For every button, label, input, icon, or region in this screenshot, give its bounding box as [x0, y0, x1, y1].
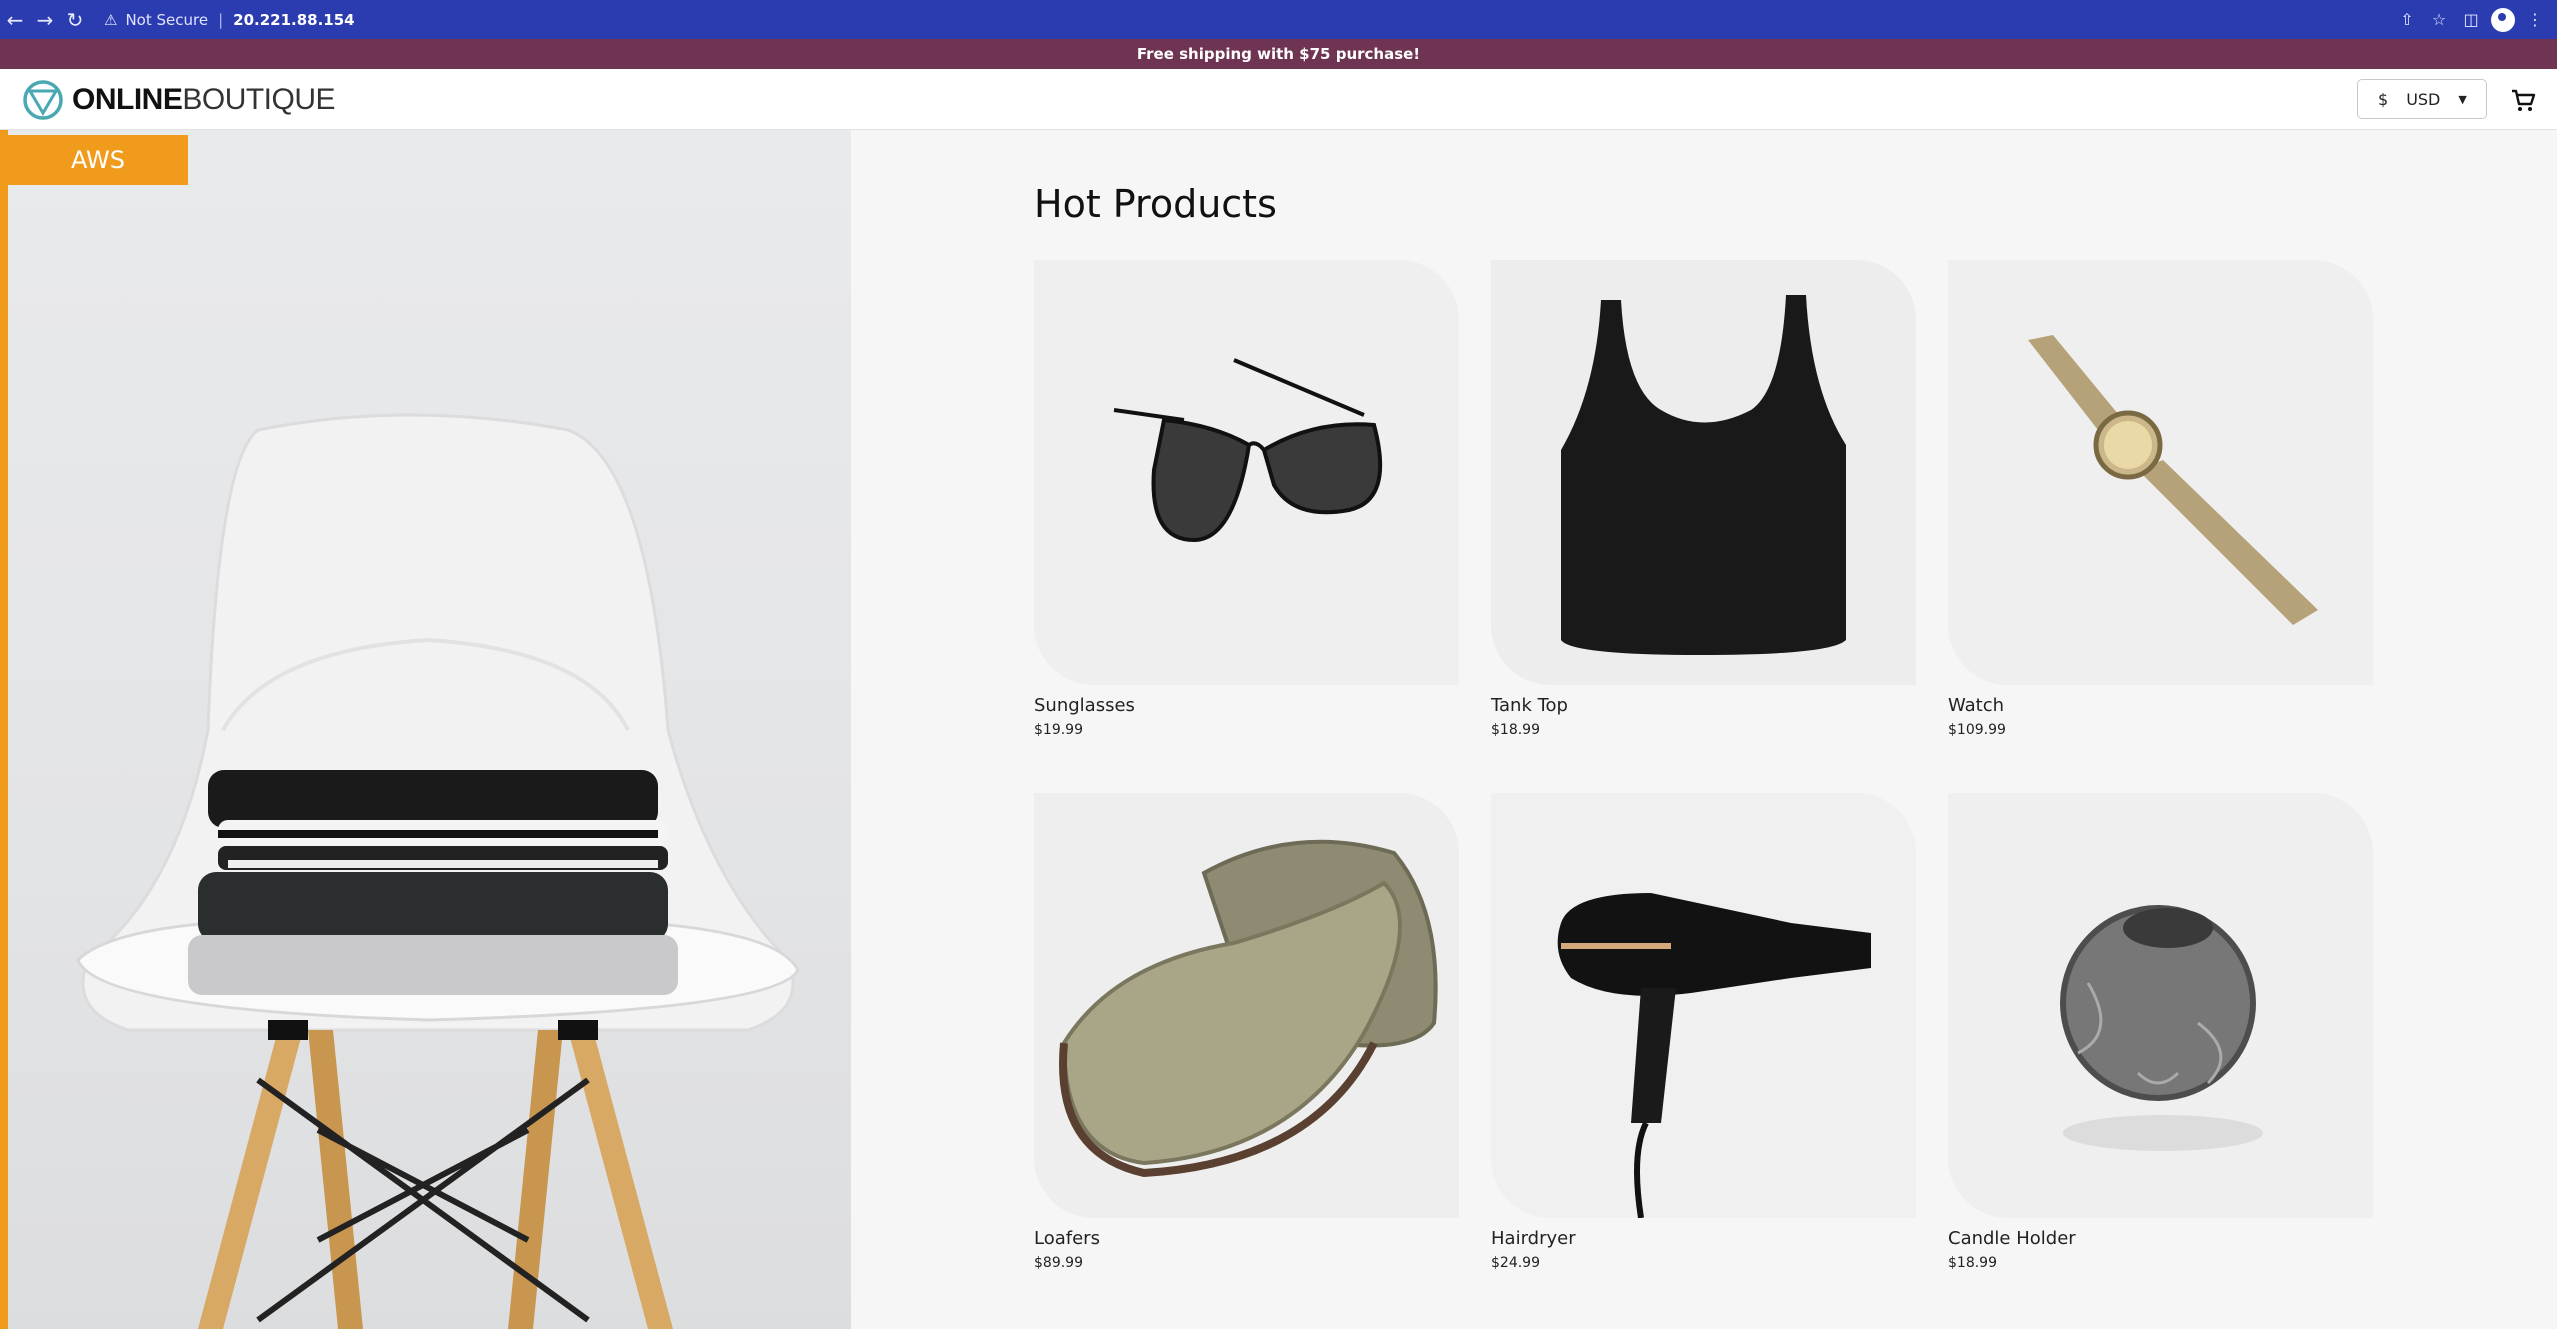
- platform-badge: AWS: [8, 135, 188, 185]
- menu-dots-icon[interactable]: ⋮: [2523, 8, 2547, 32]
- reload-icon[interactable]: ↻: [60, 0, 90, 39]
- address-separator: |: [218, 10, 224, 29]
- logo-text-light: BOUTIQUE: [182, 83, 336, 116]
- sunglasses-image: [1034, 260, 1459, 685]
- product-price: $109.99: [1948, 722, 2006, 738]
- product-name[interactable]: Sunglasses: [1034, 695, 1459, 716]
- product-price: $18.99: [1491, 722, 1540, 738]
- chevron-down-icon: ▼: [2458, 92, 2467, 106]
- accent-strip: [0, 130, 8, 1329]
- product-card-watch[interactable]: Watch $109.99: [1948, 260, 2373, 738]
- back-icon[interactable]: ←: [0, 0, 30, 39]
- product-card-sunglasses[interactable]: Sunglasses $19.99: [1034, 260, 1459, 738]
- product-card-loafers[interactable]: Loafers $89.99: [1034, 793, 1459, 1271]
- product-name[interactable]: Hairdryer: [1491, 1228, 1916, 1249]
- product-image[interactable]: [1034, 260, 1459, 685]
- product-image[interactable]: [1948, 793, 2373, 1218]
- logo-text-bold: ONLINE: [72, 83, 183, 116]
- cart-icon[interactable]: [2509, 86, 2537, 114]
- product-card-hairdryer[interactable]: Hairdryer $24.99: [1491, 793, 1916, 1271]
- sidebar-toggle-icon[interactable]: ◫: [2459, 8, 2483, 32]
- site-header: ONLINEBOUTIQUE $ USD ▼: [0, 69, 2557, 130]
- share-icon[interactable]: ⇧: [2395, 8, 2419, 32]
- section-title: Hot Products: [1034, 182, 1277, 226]
- hairdryer-image: [1491, 793, 1916, 1218]
- address-url: 20.221.88.154: [233, 10, 355, 29]
- product-image[interactable]: [1491, 793, 1916, 1218]
- site-logo[interactable]: ONLINEBOUTIQUE: [22, 79, 336, 121]
- product-price: $24.99: [1491, 1255, 1540, 1271]
- product-image[interactable]: [1948, 260, 2373, 685]
- product-price: $19.99: [1034, 722, 1083, 738]
- product-name[interactable]: Candle Holder: [1948, 1228, 2373, 1249]
- logo-text: ONLINEBOUTIQUE: [72, 83, 336, 117]
- product-price: $18.99: [1948, 1255, 1997, 1271]
- watch-image: [1948, 260, 2373, 685]
- warning-icon: ⚠: [104, 10, 118, 29]
- product-name[interactable]: Loafers: [1034, 1228, 1459, 1249]
- product-card-tank-top[interactable]: Tank Top $18.99: [1491, 260, 1916, 738]
- browser-toolbar: ← → ↻ ⚠ Not Secure | 20.221.88.154 ⇧ ☆ ◫…: [0, 0, 2557, 39]
- candle-holder-image: [1948, 793, 2373, 1218]
- tank-top-image: [1491, 260, 1916, 685]
- loafers-image: [1034, 793, 1459, 1218]
- product-image[interactable]: [1491, 260, 1916, 685]
- promo-banner: Free shipping with $75 purchase!: [0, 39, 2557, 69]
- bookmark-star-icon[interactable]: ☆: [2427, 8, 2451, 32]
- currency-selector[interactable]: $ USD ▼: [2357, 79, 2487, 119]
- product-card-candle-holder[interactable]: Candle Holder $18.99: [1948, 793, 2373, 1271]
- forward-icon[interactable]: →: [30, 0, 60, 39]
- logo-icon: [23, 80, 63, 120]
- currency-symbol: $: [2378, 89, 2389, 109]
- profile-avatar-icon[interactable]: [2491, 7, 2515, 32]
- hero-image: [8, 130, 851, 1329]
- address-bar[interactable]: ⚠ Not Secure | 20.221.88.154: [104, 11, 355, 29]
- product-price: $89.99: [1034, 1255, 1083, 1271]
- product-name[interactable]: Watch: [1948, 695, 2373, 716]
- security-label: Not Secure: [125, 10, 209, 29]
- chair-with-clothes-image: [76, 413, 800, 1329]
- product-name[interactable]: Tank Top: [1491, 695, 1916, 716]
- currency-code: USD: [2406, 89, 2441, 109]
- product-section: Hot Products Sunglasses $19.99 Tank Top …: [851, 130, 2557, 1329]
- product-image[interactable]: [1034, 793, 1459, 1218]
